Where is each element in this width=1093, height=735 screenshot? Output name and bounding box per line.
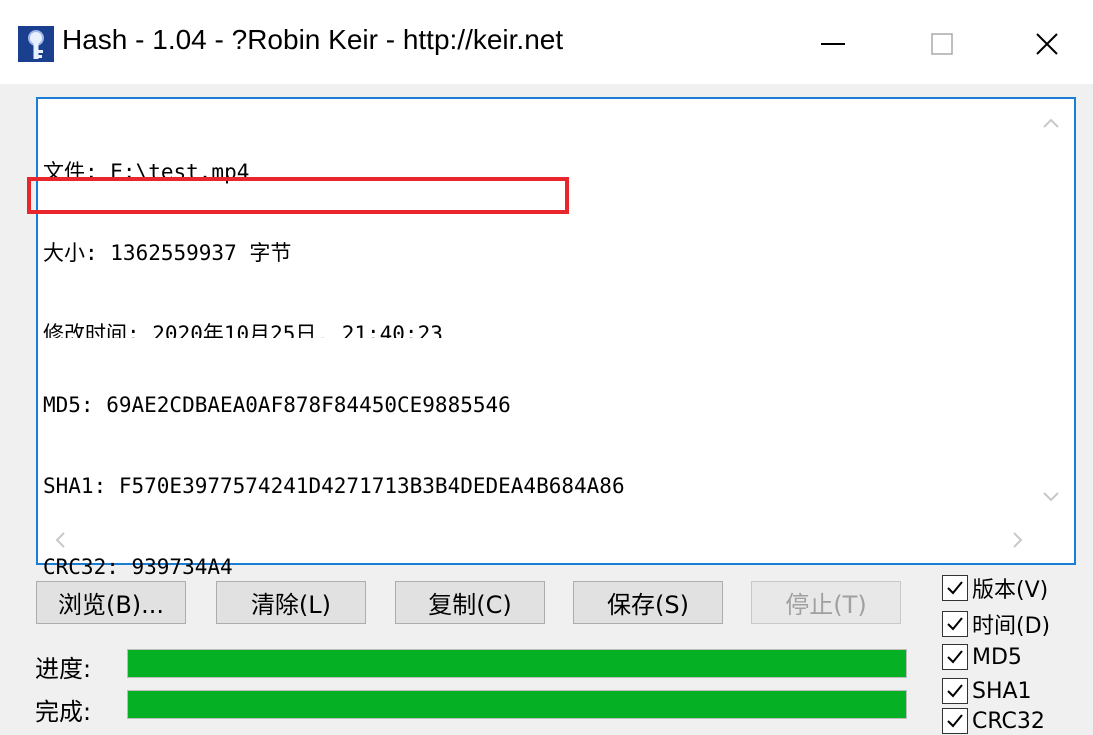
complete-bar-fill	[128, 691, 906, 718]
close-button[interactable]	[992, 14, 1093, 74]
hash-output-box[interactable]: 文件: E:\test.mp4 大小: 1362559937 字节 修改时间: …	[36, 97, 1076, 579]
md5-highlight-box	[27, 177, 569, 214]
complete-bar	[127, 690, 907, 719]
window-title: Hash - 1.04 - ?Robin Keir - http://keir.…	[62, 24, 564, 55]
option-crc32-label: CRC32	[972, 708, 1045, 734]
maximize-button[interactable]	[887, 14, 997, 74]
option-version-label: 版本(V)	[972, 578, 1049, 603]
progress-bar	[127, 649, 907, 678]
checkbox-box[interactable]	[942, 644, 968, 670]
output-line-modified: 修改时间: 2020年10月25日, 21:40:23	[43, 322, 443, 338]
close-icon	[1036, 33, 1058, 55]
checkbox-box[interactable]	[942, 708, 968, 734]
complete-label: 完成:	[35, 698, 92, 726]
progress-bar-fill	[128, 650, 906, 677]
maximize-icon	[931, 33, 953, 55]
clear-button[interactable]: 清除(L)	[216, 581, 366, 624]
stop-button[interactable]: 停止(T)	[751, 581, 901, 624]
checkbox-box[interactable]	[942, 611, 968, 637]
key-app-icon	[18, 26, 54, 62]
output-line-crc32: CRC32: 939734A4	[43, 555, 233, 579]
output-line-sha1: SHA1: F570E3977574241D4271713B3B4DEDEA4B…	[43, 474, 625, 498]
checkmark-icon	[947, 581, 963, 595]
checkmark-icon	[947, 617, 963, 631]
scroll-down-icon[interactable]	[1042, 491, 1060, 503]
output-line-md5: MD5: 69AE2CDBAEA0AF878F84450CE9885546	[43, 393, 511, 417]
option-version-checkbox[interactable]: 版本(V)	[942, 572, 1048, 604]
option-md5-label: MD5	[972, 644, 1022, 670]
save-button[interactable]: 保存(S)	[573, 581, 723, 624]
copy-button[interactable]: 复制(C)	[395, 581, 545, 624]
scroll-right-icon[interactable]	[1012, 531, 1024, 549]
minimize-button[interactable]	[778, 14, 888, 74]
option-time-checkbox[interactable]: 时间(D)	[942, 608, 1050, 640]
scroll-up-icon[interactable]	[1042, 117, 1060, 129]
option-sha1-checkbox[interactable]: SHA1	[942, 678, 1032, 704]
option-sha1-label: SHA1	[972, 678, 1032, 704]
progress-label: 进度:	[35, 655, 92, 683]
checkmark-icon	[947, 714, 963, 728]
hash-window: Hash - 1.04 - ?Robin Keir - http://keir.…	[0, 0, 1093, 735]
scroll-left-icon[interactable]	[54, 531, 66, 549]
output-line-size: 大小: 1362559937 字节	[43, 241, 292, 265]
browse-button[interactable]: 浏览(B)...	[36, 581, 186, 624]
checkbox-box[interactable]	[942, 678, 968, 704]
checkmark-icon	[947, 650, 963, 664]
option-time-label: 时间(D)	[972, 614, 1051, 639]
checkmark-icon	[947, 684, 963, 698]
title-bar[interactable]: Hash - 1.04 - ?Robin Keir - http://keir.…	[0, 0, 1093, 84]
minimize-icon	[821, 43, 845, 45]
checkbox-box[interactable]	[942, 575, 968, 601]
option-crc32-checkbox[interactable]: CRC32	[942, 708, 1045, 734]
option-md5-checkbox[interactable]: MD5	[942, 644, 1022, 670]
